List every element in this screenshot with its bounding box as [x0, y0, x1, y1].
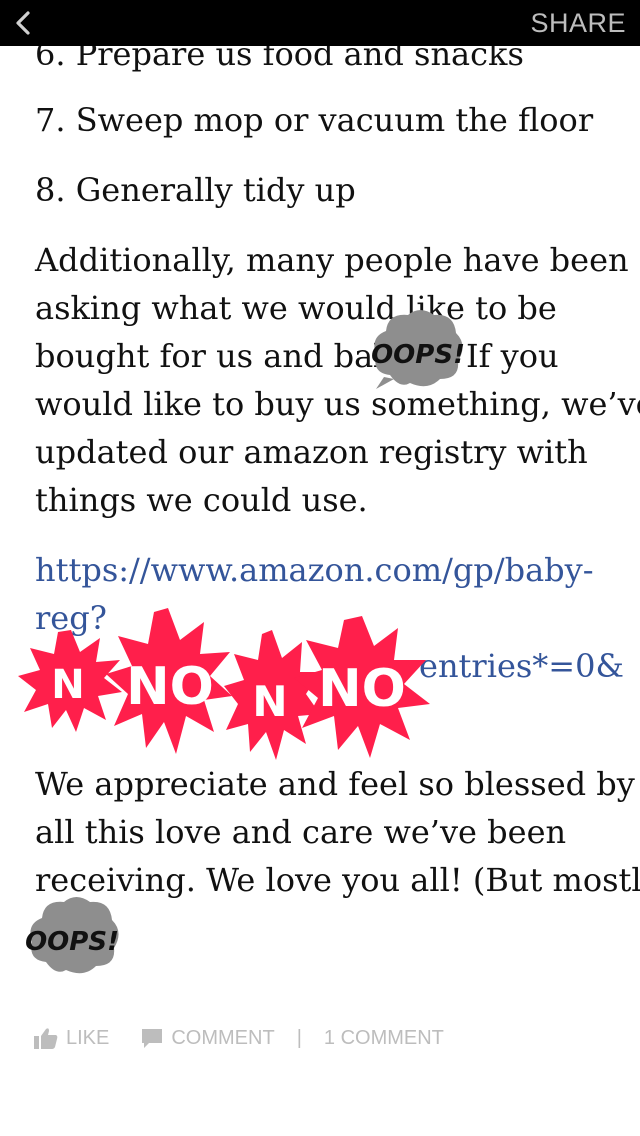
- like-button[interactable]: LIKE: [34, 1027, 109, 1050]
- oops-text: OOPS!: [26, 927, 119, 957]
- thumbs-up-icon: [34, 1028, 58, 1049]
- link-line[interactable]: https://www.amazon.com/gp/baby-: [35, 546, 615, 594]
- paragraph-line: Additionally, many people have been: [35, 241, 629, 279]
- no-text: N: [252, 677, 287, 726]
- no-text: NO: [126, 657, 214, 717]
- back-button[interactable]: [6, 6, 40, 40]
- footer-separator: |: [296, 1026, 302, 1049]
- paragraph-line: all this love and care we’ve been: [35, 813, 567, 851]
- like-label: LIKE: [66, 1026, 110, 1049]
- comment-count-link[interactable]: 1 COMMENT: [324, 1027, 444, 1050]
- chevron-left-icon: [16, 11, 30, 35]
- list-item-7: 7. Sweep mop or vacuum the floor: [35, 101, 594, 139]
- oops-text: OOPS!: [371, 340, 465, 370]
- no-text: N: [51, 662, 84, 708]
- paragraph-line: asking what we would like to be: [35, 289, 557, 327]
- comment-label: COMMENT: [171, 1026, 275, 1049]
- share-button[interactable]: SHARE: [530, 6, 626, 40]
- no-sticker: NO: [104, 604, 234, 764]
- no-sticker: NO: [290, 612, 434, 762]
- comment-bubble-icon: [142, 1029, 163, 1048]
- paragraph-line: If you: [466, 337, 559, 375]
- paragraph-line: receiving. We love you all! (But mostly: [35, 861, 640, 899]
- article-footer: LIKE COMMENT | 1 COMMENT: [34, 1018, 444, 1058]
- comment-button[interactable]: COMMENT: [141, 1026, 275, 1050]
- oops-sticker: OOPS!: [370, 305, 466, 393]
- paragraph-line: would like to buy us something, we’ve: [35, 385, 640, 423]
- top-bar: SHARE: [0, 0, 640, 46]
- oops-sticker: OOPS!: [25, 890, 122, 980]
- paragraph-line: updated our amazon registry with: [35, 433, 588, 471]
- paragraph-line: things we could use.: [35, 481, 368, 519]
- list-item-8: 8. Generally tidy up: [35, 171, 356, 209]
- paragraph-line: We appreciate and feel so blessed by: [35, 765, 635, 803]
- no-text: NO: [318, 659, 406, 719]
- link-line[interactable]: entries*=0&: [419, 642, 624, 690]
